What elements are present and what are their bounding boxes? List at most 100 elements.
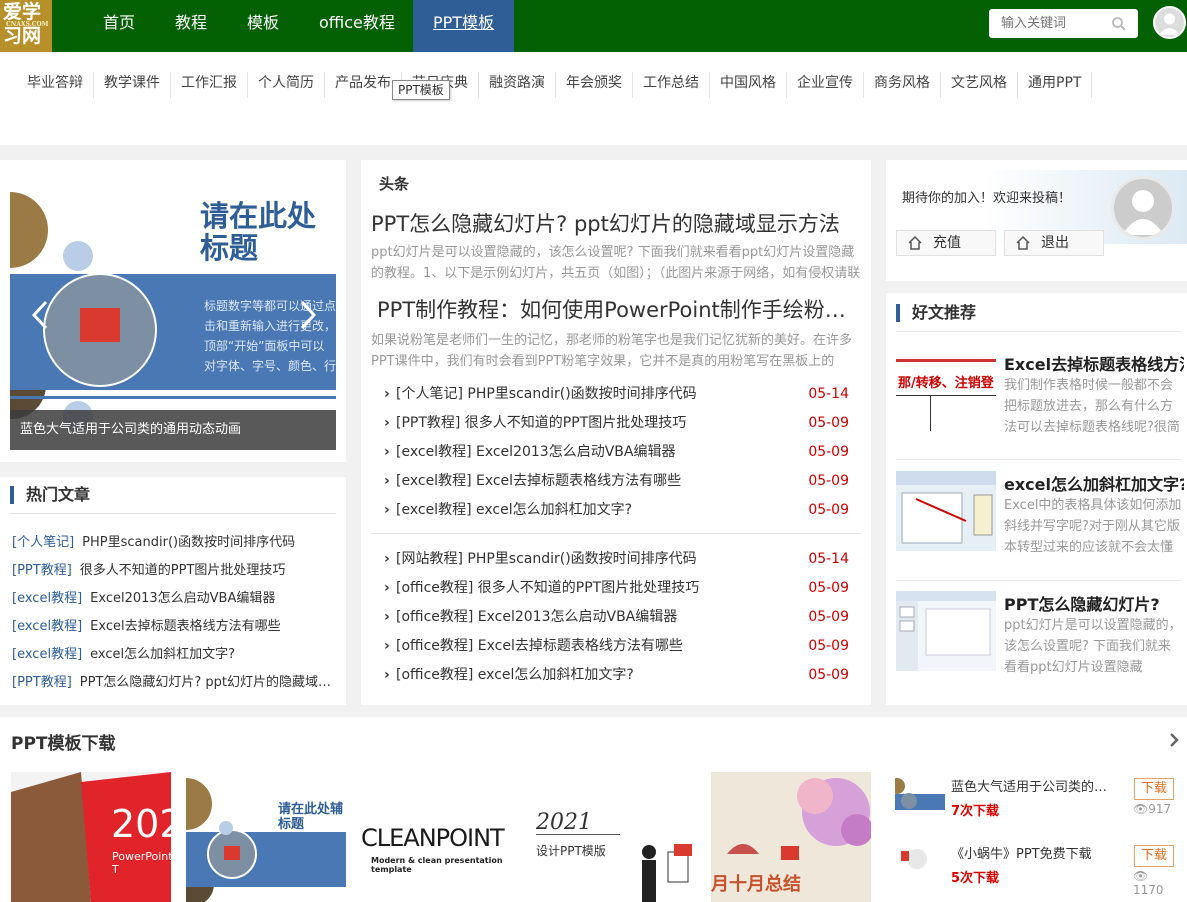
news-item[interactable]: › [网站教程] PHP里scandir()函数按时间排序代码 05-14 xyxy=(384,549,849,569)
hot-article-item[interactable]: [PPT教程] PPT怎么隐藏幻灯片? ppt幻灯片的隐藏域显示方法 xyxy=(12,671,332,690)
category-work-report[interactable]: 工作汇报 xyxy=(171,72,248,98)
category-chinese-style[interactable]: 中国风格 xyxy=(710,72,787,98)
user-avatar[interactable] xyxy=(1153,6,1186,39)
news-item[interactable]: › [个人笔记] PHP里scandir()函数按时间排序代码 05-14 xyxy=(384,384,849,404)
slide-title: 请在此处 标题 xyxy=(200,199,317,265)
view-count: 👁1170 xyxy=(1133,869,1175,897)
site-logo[interactable]: 爱学 CNAXS.COM 习网 xyxy=(0,0,52,52)
category-business[interactable]: 商务风格 xyxy=(864,72,941,98)
template-image xyxy=(186,772,346,902)
recommend-item[interactable]: excel怎么加斜杠加文字? Excel中的表格具体该如何添加斜线并写字呢?对于… xyxy=(896,471,1186,571)
template-thumbnail[interactable]: CLEANPOINT Modern & clean presentation t… xyxy=(361,772,521,902)
hot-article-category: [PPT教程] xyxy=(12,675,72,690)
user-avatar-large[interactable] xyxy=(1111,176,1175,240)
search-icon[interactable] xyxy=(1111,16,1127,32)
recommend-item[interactable]: PPT怎么隐藏幻灯片? ppt幻灯片是可以设置隐藏的，该怎么设置呢? 下面我们就… xyxy=(896,591,1186,691)
nav-item-ppt-templates[interactable]: PPT模板 xyxy=(413,0,514,52)
news-item[interactable]: › [excel教程] Excel2013怎么启动VBA编辑器 05-09 xyxy=(384,442,849,462)
recommend-item[interactable]: 那/转移、注销登 Excel去掉标题表格线方法有哪些 我们制作表格时候一般都不会… xyxy=(896,351,1186,451)
news-date: 05-14 xyxy=(808,386,849,402)
template-subcaption: 设计PPT模版 xyxy=(536,844,606,858)
category-work-summary[interactable]: 工作总结 xyxy=(633,72,710,98)
news-item[interactable]: › [PPT教程] 很多人不知道的PPT图片批处理技巧 05-09 xyxy=(384,413,849,433)
logo-line-2: 习网 xyxy=(3,25,42,47)
template-caption: 请在此处辅 标题 xyxy=(278,802,344,832)
search-input[interactable] xyxy=(989,9,1109,38)
slider-prev-icon[interactable] xyxy=(30,300,50,330)
download-thumbnail xyxy=(895,843,945,885)
chevron-right-icon: › xyxy=(384,444,390,460)
recommend-thumbnail: 那/转移、注销登 xyxy=(896,351,996,431)
download-item[interactable]: 蓝色大气适用于公司类的通用动态动画 7次下载 下载 👁917 xyxy=(895,776,1175,832)
category-annual-award[interactable]: 年会颁奖 xyxy=(556,72,633,98)
category-general[interactable]: 通用PPT xyxy=(1018,72,1093,98)
template-thumbnail[interactable]: 月十月总结 xyxy=(711,772,871,902)
download-thumbnail xyxy=(895,776,945,818)
nav-item-tutorials[interactable]: 教程 xyxy=(175,0,207,52)
hot-article-title: PPT怎么隐藏幻灯片? ppt幻灯片的隐藏域显示方法 xyxy=(79,675,332,690)
recommend-item-desc: ppt幻灯片是可以设置隐藏的，该怎么设置呢? 下面我们就来看看ppt幻灯片设置隐… xyxy=(1004,618,1182,675)
nav-item-home[interactable]: 首页 xyxy=(103,0,135,52)
eye-icon: 👁 xyxy=(1133,869,1149,883)
hot-article-category: [excel教程] xyxy=(12,591,83,606)
svg-text:那/转移、注销登: 那/转移、注销登 xyxy=(898,375,995,391)
slide-caption[interactable]: 蓝色大气适用于公司类的通用动态动画 xyxy=(10,410,336,450)
headline-summary: 如果说粉笔是老师们一生的记忆，那老师的粉笔字也是我们记忆犹新的美好。在许多PPT… xyxy=(371,333,853,369)
news-item[interactable]: › [excel教程] Excel去掉标题表格线方法有哪些 05-09 xyxy=(384,471,849,491)
category-product-launch[interactable]: 产品发布 xyxy=(325,72,402,98)
chevron-right-icon: › xyxy=(384,551,390,567)
news-item[interactable]: › [office教程] Excel2013怎么启动VBA编辑器 05-09 xyxy=(384,607,849,627)
headline-title[interactable]: PPT制作教程：如何使用PowerPoint制作手绘粉笔字效果 xyxy=(377,294,861,324)
chevron-right-icon: › xyxy=(384,502,390,518)
headline-panel: 头条 PPT怎么隐藏幻灯片? ppt幻灯片的隐藏域显示方法 ppt幻灯片是可以设… xyxy=(361,160,871,705)
category-bar: 毕业答辩 教学课件 工作汇报 个人简历 产品发布 节日庆典 融资路演 年会颁奖 … xyxy=(0,52,1187,145)
recharge-button[interactable]: 充值 xyxy=(896,230,996,256)
template-subcaption: PowerPoint T xyxy=(112,850,171,876)
image-slider[interactable]: 请在此处 标题 标题数字等都可以通过点击和重新输入进行更改，顶部“开始”面板中可… xyxy=(10,170,336,450)
download-count: 5次下载 xyxy=(951,871,1000,886)
hot-article-item[interactable]: [个人笔记] PHP里scandir()函数按时间排序代码 xyxy=(12,531,332,550)
hot-article-item[interactable]: [PPT教程] 很多人不知道的PPT图片批处理技巧 xyxy=(12,559,332,578)
category-graduation[interactable]: 毕业答辩 xyxy=(17,72,94,98)
template-thumbnail[interactable]: 2021 设计PPT模版 xyxy=(536,772,696,902)
hot-article-category: [excel教程] xyxy=(12,647,83,662)
category-courseware[interactable]: 教学课件 xyxy=(94,72,171,98)
headline-label: 头条 xyxy=(379,175,410,193)
category-corporate[interactable]: 企业宣传 xyxy=(787,72,864,98)
news-title: [PPT教程] 很多人不知道的PPT图片批处理技巧 xyxy=(396,415,687,431)
category-literary[interactable]: 文艺风格 xyxy=(941,72,1018,98)
news-item[interactable]: › [office教程] Excel去掉标题表格线方法有哪些 05-09 xyxy=(384,636,849,656)
category-roadshow[interactable]: 融资路演 xyxy=(479,72,556,98)
template-thumbnail[interactable]: 请在此处辅 标题 xyxy=(186,772,346,902)
download-button[interactable]: 下载 xyxy=(1134,778,1174,800)
chevron-right-icon: › xyxy=(384,667,390,683)
logo-line-1: 爱学 xyxy=(3,1,42,23)
category-resume[interactable]: 个人简历 xyxy=(248,72,325,98)
download-name: 《小蜗牛》PPT免费下载 xyxy=(951,847,1092,862)
news-title: [office教程] 很多人不知道的PPT图片批处理技巧 xyxy=(396,580,700,596)
download-item[interactable]: 《小蜗牛》PPT免费下载 5次下载 下载 👁1170 xyxy=(895,843,1175,899)
news-item[interactable]: › [office教程] 很多人不知道的PPT图片批处理技巧 05-09 xyxy=(384,578,849,598)
slider-next-icon[interactable] xyxy=(298,300,318,330)
hot-article-item[interactable]: [excel教程] Excel2013怎么启动VBA编辑器 xyxy=(12,587,332,606)
news-item[interactable]: › [excel教程] excel怎么加斜杠加文字? 05-09 xyxy=(384,500,849,520)
hot-article-item[interactable]: [excel教程] excel怎么加斜杠加文字? xyxy=(12,643,332,662)
view-count-value: 1170 xyxy=(1133,883,1164,897)
hot-article-item[interactable]: [excel教程] Excel去掉标题表格线方法有哪些 xyxy=(12,615,332,634)
download-button[interactable]: 下载 xyxy=(1134,845,1174,867)
downloads-title: PPT模板下载 xyxy=(11,734,116,754)
nav-item-templates[interactable]: 模板 xyxy=(247,0,279,52)
home-icon xyxy=(1016,235,1030,250)
headline-title[interactable]: PPT怎么隐藏幻灯片? ppt幻灯片的隐藏域显示方法 xyxy=(371,208,861,238)
divider xyxy=(896,580,1181,581)
template-image xyxy=(536,772,696,902)
chevron-right-icon: › xyxy=(384,386,390,402)
nav-item-office[interactable]: office教程 xyxy=(319,0,395,52)
news-date: 05-09 xyxy=(808,638,849,654)
logout-button[interactable]: 退出 xyxy=(1004,230,1104,256)
hot-article-title: PHP里scandir()函数按时间排序代码 xyxy=(82,535,296,550)
chevron-right-icon[interactable] xyxy=(1168,732,1180,748)
template-thumbnail[interactable]: 202 PowerPoint T xyxy=(11,772,171,902)
news-item[interactable]: › [office教程] excel怎么加斜杠加文字? 05-09 xyxy=(384,665,849,685)
chevron-right-icon: › xyxy=(384,580,390,596)
